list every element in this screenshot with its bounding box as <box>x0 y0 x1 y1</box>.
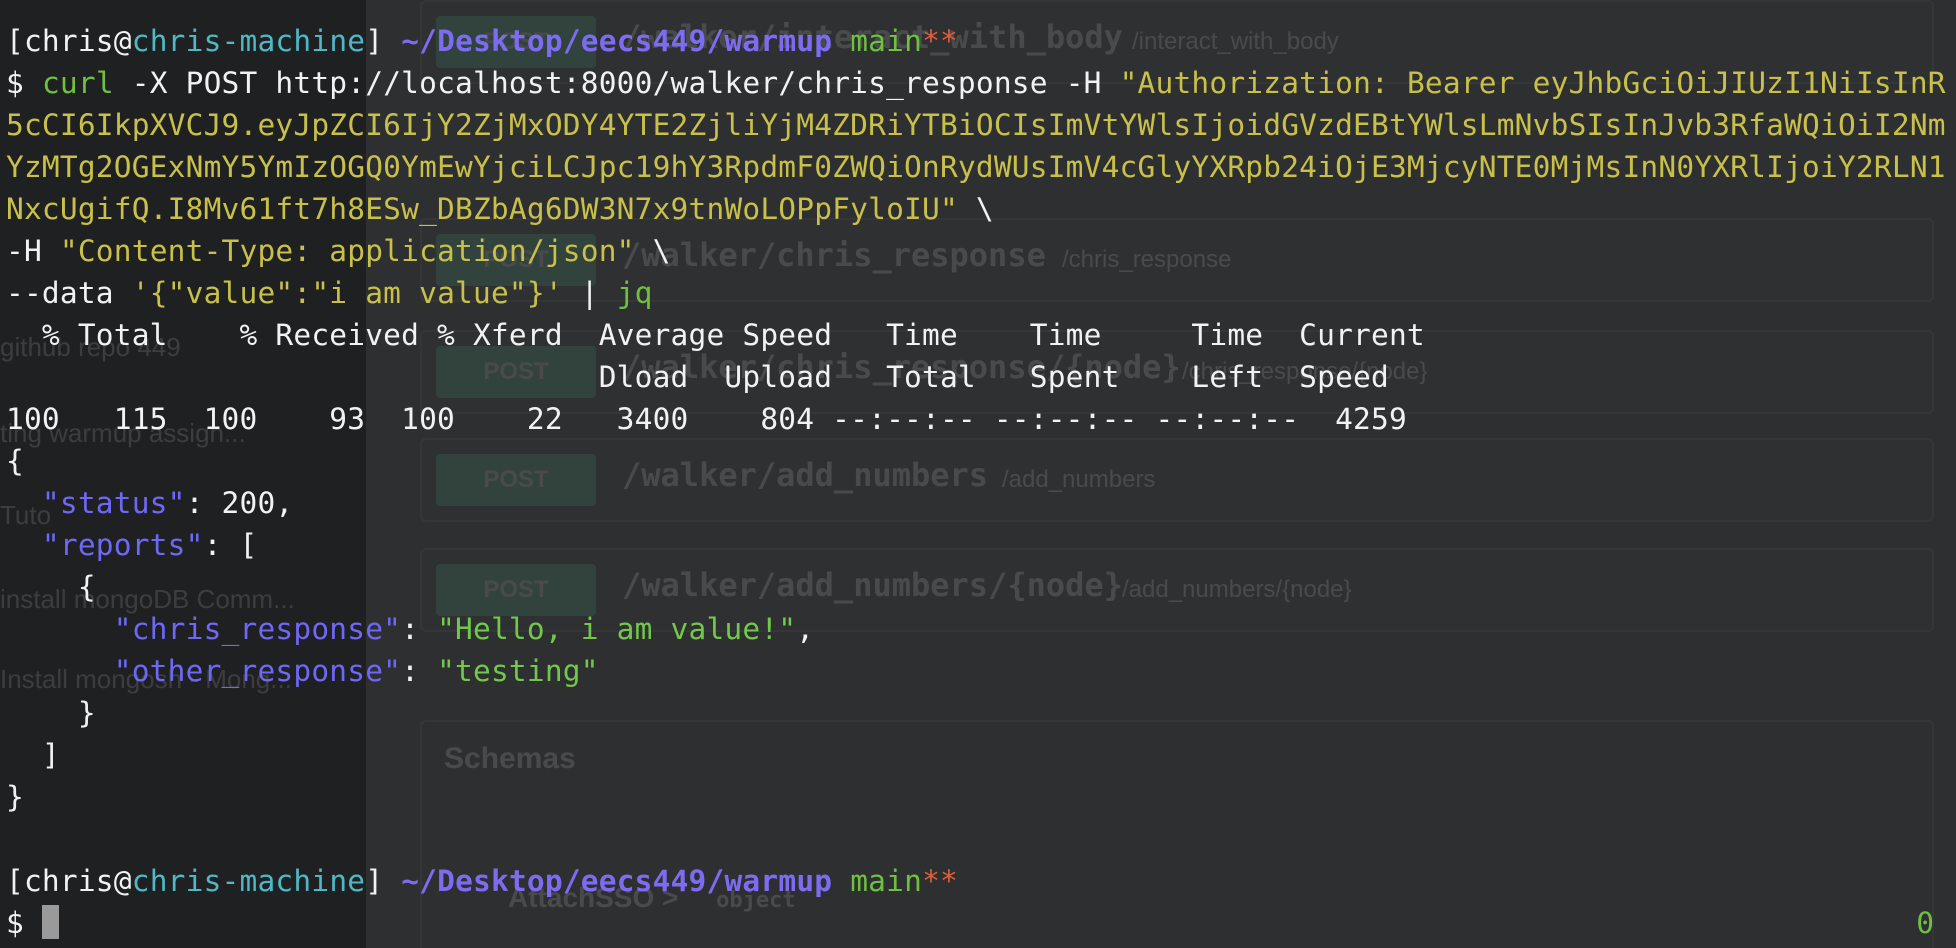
command-flags: -X POST http://localhost:8000/walker/chr… <box>113 66 1120 100</box>
auth-header: "Authorization: Bearer eyJhbGciOiJIUzI1N… <box>1119 66 1946 100</box>
prompt-line: [chris@chris-machine] ~/Desktop/eecs449/… <box>6 24 958 58</box>
json-open-brace: { <box>6 444 24 478</box>
json-key-status: "status" <box>41 486 186 520</box>
token-tail: NxcUgifQ.I8Mv61ft7h8ESw_DBZbAg6DW3N7x9tn… <box>6 192 958 226</box>
json-reports-line: "reports": [ <box>41 528 258 562</box>
data-payload: '{"value":"i am value"}' <box>131 276 563 310</box>
command-line-3: YzMTg2OGExNmY5YmIzOGQ0YmEwYjciLCJpc19hY3… <box>6 150 1946 184</box>
exit-code-indicator: 0 <box>1916 906 1934 940</box>
prompt-line: [chris@chris-machine] ~/Desktop/eecs449/… <box>6 864 958 898</box>
json-key-reports: "reports" <box>41 528 204 562</box>
json-key-other-response: "other_response" <box>113 654 402 688</box>
prompt-branch: main <box>850 24 923 58</box>
command-line-1: $ curl -X POST http://localhost:8000/wal… <box>6 66 1946 100</box>
jq-command: jq <box>616 276 653 310</box>
content-type-header: "Content-Type: application/json" <box>59 234 635 268</box>
text-cursor <box>41 905 59 939</box>
json-value-chris-response: "Hello, i am value!" <box>437 612 797 646</box>
json-array-close: ] <box>6 738 60 772</box>
command-line-4: NxcUgifQ.I8Mv61ft7h8ESw_DBZbAg6DW3N7x9tn… <box>6 188 1956 230</box>
prompt-user: chris <box>23 24 114 58</box>
curl-progress-row: 100 115 100 93 100 22 3400 804 --:--:-- … <box>6 402 1407 436</box>
json-object-open: { <box>6 570 96 604</box>
command-line-5: -H "Content-Type: application/json" \ <box>6 234 671 268</box>
prompt-host: chris-machine <box>131 24 366 58</box>
input-line[interactable]: $ <box>6 902 1956 944</box>
prompt-dirty-marker: ** <box>922 24 958 58</box>
json-object-close: } <box>6 696 96 730</box>
command-text: -X POST http://localhost:8000/walker/chr… <box>114 66 1946 100</box>
prompt-path: ~/Desktop/eecs449/warmup <box>401 24 833 58</box>
json-other-response-line: "other_response": "testing" <box>113 654 599 688</box>
prompt-symbol: $ <box>6 66 24 100</box>
json-close-brace: } <box>6 780 24 814</box>
command-line-6: --data '{"value":"i am value"}' | jq <box>6 276 653 310</box>
line-continuation: \ <box>975 192 994 226</box>
json-key-chris-response: "chris_response" <box>113 612 402 646</box>
json-status-line: "status": 200, <box>41 486 294 520</box>
curl-progress-header-2: Dload Upload Total Spent Left Speed <box>6 360 1389 394</box>
terminal-output[interactable]: [chris@chris-machine] ~/Desktop/eecs449/… <box>6 20 1956 944</box>
json-value-other-response: "testing" <box>437 654 599 688</box>
json-value-status: 200 <box>221 486 276 520</box>
curl-progress-header-1: % Total % Received % Xferd Average Speed… <box>6 318 1425 352</box>
terminal-window[interactable]: github repo 449 ting warmup assign... Tu… <box>0 0 1956 948</box>
command-line-2: 5cCI6IkpXVCJ9.eyJpZCI6IjY2ZjMxODY4YTE2Zj… <box>6 108 1946 142</box>
json-chris-response-line: "chris_response": "Hello, i am value!", <box>113 612 815 646</box>
